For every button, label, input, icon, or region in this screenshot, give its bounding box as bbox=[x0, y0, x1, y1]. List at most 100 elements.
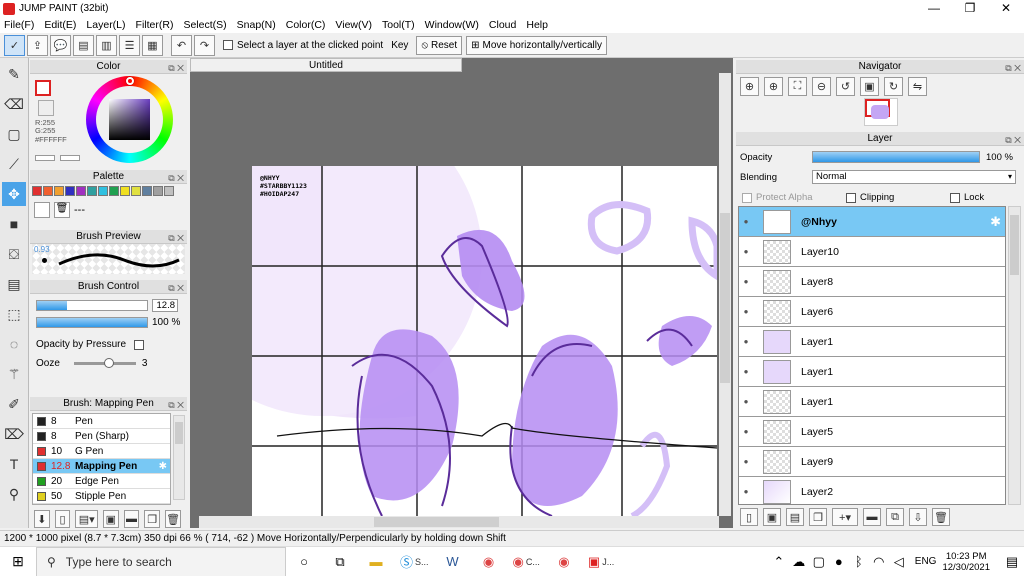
language-indicator[interactable]: ENG bbox=[915, 556, 937, 567]
file-explorer-icon[interactable]: ▬ bbox=[364, 550, 388, 574]
layer-row[interactable]: ● Layer6 bbox=[739, 297, 1005, 327]
brush-new-icon[interactable]: ▯ bbox=[54, 510, 71, 528]
brush-item-pen-sharp[interactable]: 8 Pen (Sharp) bbox=[33, 429, 170, 444]
maximize-button[interactable]: ❐ bbox=[952, 0, 988, 17]
ooze-slider[interactable] bbox=[73, 358, 136, 368]
menu-file[interactable]: File(F) bbox=[4, 19, 34, 31]
jump-paint-icon[interactable]: ▣ J... bbox=[588, 550, 614, 574]
zoom-plus-icon[interactable]: ⊕ bbox=[764, 77, 783, 96]
palette-swatch[interactable] bbox=[142, 186, 152, 196]
line-tool-icon[interactable]: ⟋ bbox=[2, 152, 26, 176]
wifi-icon[interactable]: ◠ bbox=[871, 550, 887, 574]
cortana-icon[interactable]: ○ bbox=[292, 550, 316, 574]
palette-swatch[interactable] bbox=[98, 186, 108, 196]
minimize-button[interactable]: — bbox=[916, 0, 952, 17]
bucket-tool-icon[interactable]: ⛋ bbox=[2, 242, 26, 266]
rotate-icon[interactable]: ↺ bbox=[836, 77, 855, 96]
layer-settings-doc-icon[interactable]: ▣ bbox=[763, 508, 781, 526]
clock[interactable]: 10:23 PM 12/30/2021 bbox=[942, 551, 990, 573]
palette-swatch[interactable] bbox=[54, 186, 64, 196]
menu-help[interactable]: Help bbox=[526, 19, 548, 31]
layer-row[interactable]: ● @Nhyy ✱ bbox=[739, 207, 1005, 237]
settings-grid-icon[interactable]: ▦ bbox=[142, 34, 163, 56]
brush-item-g-pen[interactable]: 10 G Pen bbox=[33, 444, 170, 459]
brush-delete-icon[interactable]: 🗑 bbox=[165, 510, 182, 528]
rectangle-tool-icon[interactable]: ▢ bbox=[2, 122, 26, 146]
chrome-icon-2[interactable]: ◉ C... bbox=[513, 550, 540, 574]
brush-item-stipple-pen[interactable]: 50 Stipple Pen bbox=[33, 489, 170, 504]
pen-tool-icon[interactable]: ✎ bbox=[2, 62, 26, 86]
text-tool-icon[interactable]: T bbox=[2, 452, 26, 476]
select-rect-icon[interactable]: ⬚ bbox=[2, 302, 26, 326]
fit-screen-icon[interactable]: ⛶ bbox=[788, 77, 807, 96]
menu-select[interactable]: Select(S) bbox=[183, 19, 226, 31]
new-layer-icon[interactable]: ▯ bbox=[740, 508, 758, 526]
notification-icon[interactable]: ▤ bbox=[1004, 550, 1020, 574]
palette-swatch[interactable] bbox=[87, 186, 97, 196]
layer-row[interactable]: ● Layer1 bbox=[739, 387, 1005, 417]
palette-swatch[interactable] bbox=[65, 186, 75, 196]
rotate-right-icon[interactable]: ↻ bbox=[884, 77, 903, 96]
eraser-tool-icon[interactable]: ⌫ bbox=[2, 92, 26, 116]
brush-item-pen[interactable]: 8 Pen bbox=[33, 414, 170, 429]
task-view-icon[interactable]: ⧉ bbox=[328, 550, 352, 574]
chrome-icon[interactable]: ◉ bbox=[477, 550, 501, 574]
windows-start-icon[interactable]: ⊞ bbox=[6, 550, 30, 574]
menu-color[interactable]: Color(C) bbox=[286, 19, 326, 31]
microphone-icon[interactable]: ● bbox=[831, 550, 847, 574]
brush-item-edge-pen[interactable]: 20 Edge Pen bbox=[33, 474, 170, 489]
chevron-up-icon[interactable]: ⌃ bbox=[771, 550, 787, 574]
brush-folder-icon[interactable]: ▬ bbox=[123, 510, 140, 528]
menu-window[interactable]: Window(W) bbox=[425, 19, 479, 31]
primary-color-swatch[interactable] bbox=[35, 80, 51, 96]
brush-item-mapping-pen[interactable]: 12.8 Mapping Pen ✱ bbox=[33, 459, 170, 474]
gradient-tool-icon[interactable]: ▤ bbox=[2, 272, 26, 296]
cloud-sync-icon[interactable]: ✓ bbox=[4, 34, 25, 56]
palette-swatch[interactable] bbox=[76, 186, 86, 196]
volume-icon[interactable]: ◁ bbox=[891, 550, 907, 574]
layer-mask-icon[interactable]: ▤ bbox=[786, 508, 804, 526]
brush-copy-icon[interactable]: ❐ bbox=[144, 510, 161, 528]
new-swatch-icon[interactable] bbox=[34, 202, 50, 218]
redo-icon[interactable]: ↷ bbox=[194, 34, 215, 56]
hue-handle[interactable] bbox=[126, 77, 134, 85]
select-layer-option[interactable]: Select a layer at the clicked point bbox=[223, 40, 383, 51]
layer-delete-icon[interactable]: 🗑 bbox=[932, 508, 950, 526]
layer-row[interactable]: ● Layer8 bbox=[739, 267, 1005, 297]
clipping-checkbox[interactable] bbox=[846, 192, 856, 203]
brush-add-menu-icon[interactable]: ▤▾ bbox=[75, 510, 98, 528]
move-hv-button[interactable]: ⊞ Move horizontally/vertically bbox=[466, 35, 607, 55]
menu-view[interactable]: View(V) bbox=[335, 19, 372, 31]
layer-row[interactable]: ● Layer2 bbox=[739, 477, 1005, 504]
move-tool-icon[interactable]: ✥ bbox=[2, 182, 26, 206]
palette-swatch[interactable] bbox=[120, 186, 130, 196]
document-icon[interactable]: ▥ bbox=[96, 34, 117, 56]
layer-row[interactable]: ● Layer1 bbox=[739, 327, 1005, 357]
brush-opacity-slider[interactable] bbox=[36, 317, 148, 328]
export-icon[interactable]: ⇪ bbox=[27, 34, 48, 56]
canvas-horizontal-scrollbar[interactable] bbox=[199, 516, 719, 528]
menu-layer[interactable]: Layer(L) bbox=[86, 19, 125, 31]
layer-duplicate-icon[interactable]: ⧉ bbox=[886, 508, 904, 526]
layer-merge-icon[interactable]: ⇩ bbox=[909, 508, 927, 526]
menu-cloud[interactable]: Cloud bbox=[489, 19, 516, 31]
list-icon[interactable]: ☰ bbox=[119, 34, 140, 56]
chrome-icon-3[interactable]: ◉ bbox=[552, 550, 576, 574]
zoom-out-icon[interactable]: ⊖ bbox=[812, 77, 831, 96]
fit-icon[interactable]: ▣ bbox=[860, 77, 879, 96]
canvas-document[interactable]: @NHYY #STARBBY1123 #HOIDAP247 bbox=[252, 166, 717, 516]
palette-swatch[interactable] bbox=[164, 186, 174, 196]
saturation-square[interactable] bbox=[109, 99, 150, 140]
brush-size-slider[interactable] bbox=[36, 300, 148, 311]
lock-checkbox[interactable] bbox=[950, 192, 960, 203]
layer-row[interactable]: ● Layer5 bbox=[739, 417, 1005, 447]
flip-icon[interactable]: ⇋ bbox=[908, 77, 927, 96]
comment-icon[interactable]: 💬 bbox=[50, 34, 71, 56]
layer-row[interactable]: ● Layer9 bbox=[739, 447, 1005, 477]
palette-swatch[interactable] bbox=[131, 186, 141, 196]
palette-swatch[interactable] bbox=[109, 186, 119, 196]
secondary-color-swatch[interactable] bbox=[38, 100, 54, 116]
undo-icon[interactable]: ↶ bbox=[171, 34, 192, 56]
skype-icon[interactable]: Ⓢ S... bbox=[400, 550, 429, 574]
palette-swatch[interactable] bbox=[32, 186, 42, 196]
